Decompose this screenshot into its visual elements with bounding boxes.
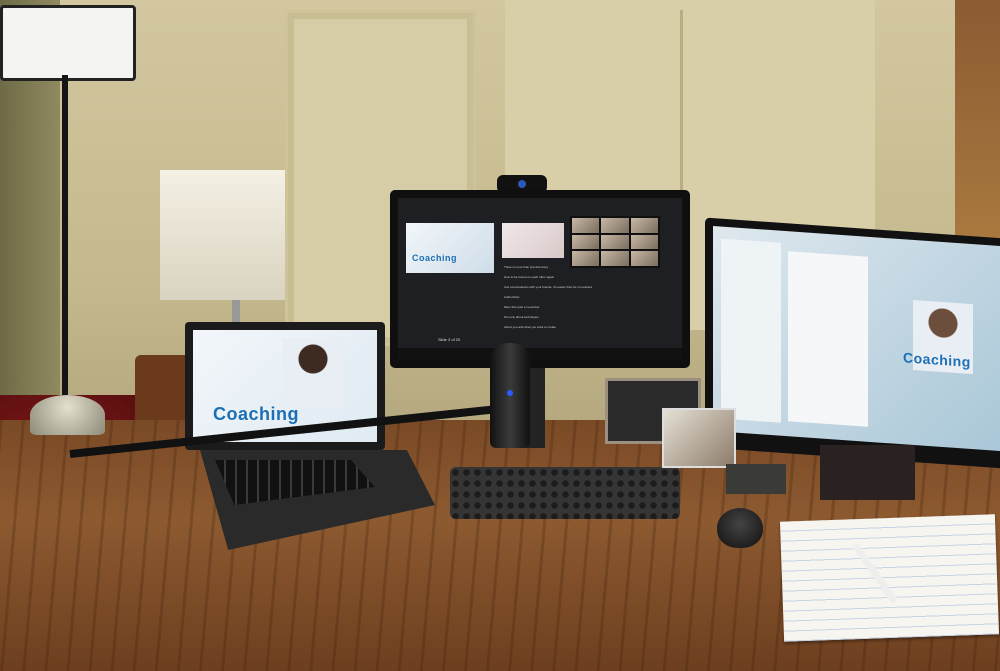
participant-tile xyxy=(572,218,600,233)
right-monitor-stand xyxy=(820,445,915,500)
keyboard xyxy=(450,467,680,519)
participant-tile xyxy=(572,234,600,250)
presenter-photo xyxy=(283,338,343,408)
center-slide-title: Coaching xyxy=(412,253,458,263)
speaker-note: Not only about techniques xyxy=(504,315,539,319)
participant-tile xyxy=(601,234,629,250)
speaker-note: More than just a co-worker xyxy=(504,305,540,309)
mouse xyxy=(717,508,763,548)
laptop-slide-title: Coaching xyxy=(213,404,300,424)
window-curtain xyxy=(955,0,1000,240)
speaker-note: Authenticity xyxy=(504,295,520,299)
coaster xyxy=(726,464,786,494)
webcam-lens xyxy=(518,180,526,188)
light-stand xyxy=(62,75,68,435)
framed-photo xyxy=(662,408,736,468)
slide-counter: Slide 3 of 20 xyxy=(438,337,461,342)
desk-lamp xyxy=(30,395,105,435)
center-monitor-screen: Coaching There is more than just discove… xyxy=(398,198,682,360)
speaker-note: How to be human to each other again xyxy=(504,275,555,279)
speaker-note: About you and what you want to create xyxy=(504,325,556,329)
participant-tile xyxy=(630,234,658,250)
table-lamp-shade xyxy=(160,170,285,300)
microphone-indicator xyxy=(507,390,513,396)
speaker-note: Use conversations with your friends, it'… xyxy=(504,285,593,289)
slide-panel xyxy=(721,238,781,423)
notebook xyxy=(779,514,1000,642)
next-slide-thumbnail[interactable] xyxy=(502,223,564,258)
taskbar xyxy=(398,348,682,360)
speaker-note: There is more than just discovery xyxy=(504,265,549,269)
participant-tile xyxy=(630,251,658,266)
video-gallery xyxy=(570,216,660,268)
ring-light-panel xyxy=(0,5,136,81)
slide-panel xyxy=(788,251,868,427)
participant-tile xyxy=(630,218,658,233)
right-monitor-screen: Coaching xyxy=(713,225,1000,452)
participant-tile xyxy=(601,218,629,233)
speaker-notes: There is more than just discovery How to… xyxy=(504,262,624,332)
current-slide-thumbnail[interactable]: Coaching xyxy=(406,223,494,273)
